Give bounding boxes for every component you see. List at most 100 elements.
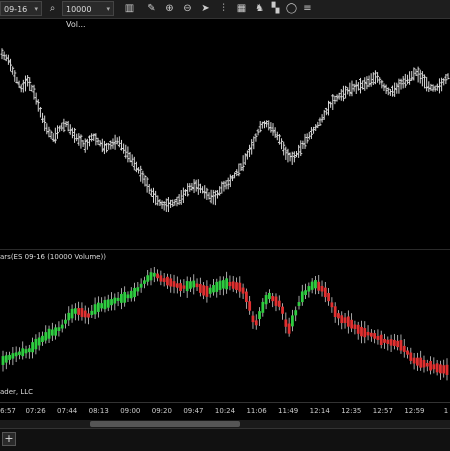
search-icon[interactable]: ⌕: [45, 1, 60, 16]
price-bar: [94, 133, 98, 146]
zoom-in-icon[interactable]: ⊕: [162, 1, 177, 16]
candle: [346, 310, 350, 334]
price-bar: [280, 138, 284, 150]
instrument-selector[interactable]: 09-16 ▾: [0, 1, 42, 16]
add-tab-button[interactable]: +: [2, 432, 16, 446]
candle: [143, 276, 146, 289]
copyright-text: ader, LLC: [0, 388, 34, 396]
candle: [445, 358, 449, 381]
price-bar: [173, 199, 177, 206]
cursor-icon[interactable]: ➤: [198, 1, 213, 16]
candle: [314, 275, 317, 295]
candle: [67, 306, 71, 326]
candle: [120, 288, 123, 310]
indicators-icon[interactable]: ▚: [268, 1, 283, 16]
price-bar: [96, 137, 100, 145]
price-bar: [333, 95, 337, 105]
price-bar: [322, 109, 326, 120]
time-axis-tick: 09:00: [120, 407, 141, 415]
candle: [294, 306, 298, 322]
bars-icon[interactable]: ⫶: [216, 1, 231, 16]
price-bar: [382, 83, 386, 92]
price-bar: [224, 180, 228, 190]
price-bar: [11, 66, 15, 75]
price-bar: [203, 185, 207, 199]
price-bar: [85, 138, 89, 150]
scrollbar-thumb[interactable]: [90, 421, 240, 427]
price-bar: [87, 135, 91, 147]
candle: [251, 311, 255, 329]
candle: [54, 324, 58, 340]
price-bar: [75, 133, 79, 142]
candle: [277, 295, 281, 311]
time-axis-tick: 08:13: [88, 407, 109, 415]
price-bar: [145, 177, 149, 193]
price-bar: [446, 73, 450, 80]
candle: [291, 309, 294, 332]
price-bar: [243, 153, 247, 165]
zoom-out-icon[interactable]: ⊖: [180, 1, 195, 16]
candle: [379, 330, 383, 349]
candle: [4, 351, 8, 370]
price-bar: [344, 85, 348, 99]
candle: [103, 296, 107, 313]
price-bar: [102, 140, 106, 155]
price-bar: [288, 152, 292, 162]
price-panel[interactable]: [0, 19, 450, 249]
data-series-icon[interactable]: ▦: [234, 1, 249, 16]
horizontal-scrollbar[interactable]: [0, 420, 450, 428]
candle: [392, 333, 396, 350]
price-bar: [303, 133, 307, 149]
price-bar: [164, 198, 168, 212]
candle: [192, 274, 196, 295]
candle: [41, 331, 44, 346]
price-bar: [100, 138, 104, 153]
candle: [202, 282, 206, 300]
price-bar: [21, 79, 25, 93]
candle: [337, 310, 340, 326]
candle: [215, 278, 219, 298]
price-bar: [113, 134, 117, 150]
candle: [419, 350, 423, 371]
time-axis-tick: 07:26: [25, 407, 46, 415]
candle: [162, 273, 166, 287]
candle: [343, 312, 347, 329]
price-bar: [299, 140, 303, 157]
price-bar: [90, 133, 94, 142]
bar-type-selector[interactable]: 10000 Vol... ▾: [62, 1, 114, 29]
candle: [416, 352, 419, 371]
time-axis-tick: 12:59: [404, 407, 425, 415]
price-bar: [305, 133, 309, 144]
price-bar: [269, 122, 273, 133]
price-bar: [237, 163, 241, 177]
menu-icon[interactable]: ≡: [300, 1, 315, 16]
chart-style-icon[interactable]: ▥: [122, 1, 137, 16]
strategies-icon[interactable]: ♞: [252, 1, 267, 16]
candle: [212, 278, 215, 296]
properties-icon[interactable]: ◯: [284, 1, 299, 16]
candle: [406, 347, 409, 359]
panel-divider[interactable]: [0, 249, 450, 250]
chart-toolbar: 09-16 ▾ ⌕ 10000 Vol... ▾ ▥ ✎ ⊕ ⊖ ➤ ⫶ ▦ ♞…: [0, 0, 450, 29]
candle: [412, 353, 416, 370]
pencil-icon[interactable]: ✎: [144, 1, 159, 16]
price-bar: [34, 92, 38, 105]
candle: [271, 292, 275, 308]
price-bar: [2, 51, 6, 60]
time-axis[interactable]: 6:57 07:26 07:44 08:13 09:00 09:20 09:47 10:24 1…: [0, 402, 450, 421]
candle: [300, 284, 304, 306]
candle: [261, 298, 265, 317]
time-axis-tick: 07:44: [57, 407, 78, 415]
candle: [442, 359, 446, 378]
candle: [129, 287, 133, 302]
candle: [175, 276, 179, 294]
chart-area[interactable]: ars(ES 09-16 (10000 Volume)) ader, LLC: [0, 19, 450, 402]
candle: [60, 319, 64, 333]
price-bar: [179, 190, 183, 205]
price-bar: [307, 131, 311, 140]
price-bar: [19, 84, 23, 93]
time-axis-tick: 12:35: [341, 407, 362, 415]
indicator-panel[interactable]: [0, 261, 450, 381]
price-bar: [290, 151, 294, 165]
price-bar: [275, 131, 279, 141]
